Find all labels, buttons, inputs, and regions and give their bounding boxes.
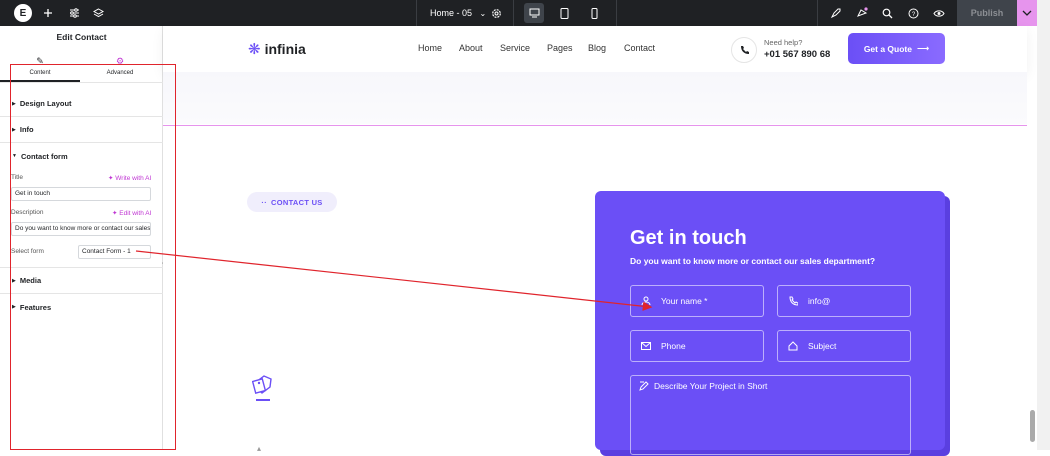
contact-card: Get in touch Do you want to know more or…: [595, 191, 945, 455]
right-strip: [1037, 0, 1050, 450]
tablet-icon[interactable]: [554, 3, 574, 23]
name-placeholder: Your name *: [661, 296, 708, 306]
annotation-highlight-box: [10, 64, 176, 450]
desktop-icon[interactable]: [524, 3, 544, 23]
phone-field[interactable]: Phone: [630, 330, 764, 362]
brand-name: infinia: [264, 41, 306, 57]
phone-placeholder: Phone: [661, 341, 686, 351]
page-canvas: ❋ infinia Home About Service Pages Blog …: [163, 26, 1037, 456]
nav-blog[interactable]: Blog: [588, 43, 606, 53]
hero-band: [163, 72, 1027, 124]
settings-sliders-icon[interactable]: [66, 5, 82, 21]
help-icon[interactable]: ?: [905, 5, 921, 21]
need-help-label: Need help?: [764, 38, 803, 47]
section-divider: [163, 125, 1027, 126]
email-placeholder: info@: [808, 296, 831, 306]
rocket-icon[interactable]: [827, 5, 843, 21]
edit-icon: [639, 381, 649, 449]
small-icon: ▴: [257, 444, 262, 453]
card-subtitle: Do you want to know more or contact our …: [630, 256, 876, 266]
email-field[interactable]: info@: [777, 285, 911, 317]
arrow-right-icon: ⟶: [917, 43, 930, 53]
layers-icon[interactable]: [90, 5, 106, 21]
icon-underline: [256, 399, 270, 401]
contact-us-pill: ·· CONTACT US: [247, 192, 337, 212]
pill-label: CONTACT US: [271, 197, 323, 207]
panel-title: Edit Contact: [56, 32, 107, 42]
publish-options-button[interactable]: [1017, 0, 1037, 26]
editor-topbar: E Home - 05 ⌄ ? Publish: [0, 0, 1050, 26]
add-icon[interactable]: [40, 5, 56, 21]
message-placeholder: Describe Your Project in Short: [654, 381, 768, 391]
nav-service[interactable]: Service: [500, 43, 530, 53]
dots-icon: ··: [261, 197, 267, 207]
flower-logo-icon: ❋: [248, 41, 261, 58]
publish-button[interactable]: Publish: [957, 0, 1017, 26]
nav-home[interactable]: Home: [418, 43, 442, 53]
user-icon: [631, 296, 661, 306]
quote-label: Get a Quote: [863, 43, 912, 54]
subject-placeholder: Subject: [808, 341, 837, 351]
get-a-quote-button[interactable]: Get a Quote ⟶: [848, 33, 945, 64]
gear-icon[interactable]: [488, 5, 504, 21]
nav-contact[interactable]: Contact: [624, 43, 655, 53]
mobile-icon[interactable]: [584, 3, 604, 23]
nav-pages[interactable]: Pages: [547, 43, 573, 53]
card-title: Get in touch: [630, 227, 747, 249]
page-selector[interactable]: Home - 05 ⌄: [430, 8, 486, 18]
canvas-scrollbar[interactable]: [1030, 410, 1035, 442]
elementor-logo-icon[interactable]: E: [14, 4, 32, 22]
notifications-icon[interactable]: [854, 5, 870, 21]
name-field[interactable]: Your name *: [630, 285, 764, 317]
phone-icon: [731, 37, 757, 63]
nav-about[interactable]: About: [459, 43, 483, 53]
site-header: ❋ infinia Home About Service Pages Blog …: [163, 26, 1027, 72]
preview-eye-icon[interactable]: [931, 5, 947, 21]
price-tag-icon: [252, 375, 272, 394]
mail-icon: [631, 342, 661, 350]
site-logo[interactable]: ❋ infinia: [248, 40, 306, 58]
home-icon: [778, 341, 808, 351]
search-icon[interactable]: [879, 5, 895, 21]
chevron-down-icon: ⌄: [479, 9, 487, 18]
phone-number[interactable]: +01 567 890 68: [764, 49, 830, 60]
svg-text:?: ?: [911, 12, 915, 18]
phone-icon: [778, 296, 808, 306]
chevron-down-icon: [1022, 10, 1032, 16]
message-field[interactable]: Describe Your Project in Short: [630, 375, 911, 455]
page-name: Home - 05: [430, 8, 473, 18]
subject-field[interactable]: Subject: [777, 330, 911, 362]
